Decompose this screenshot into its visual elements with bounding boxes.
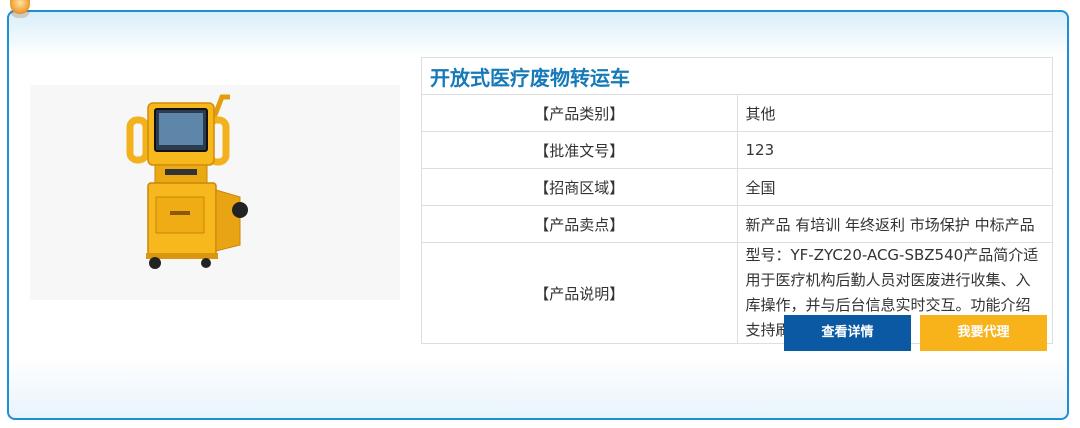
info-label: 【产品类别】 [421, 94, 738, 132]
view-details-button[interactable]: 查看详情 [784, 315, 911, 351]
info-label: 【产品说明】 [421, 242, 738, 344]
cart-wheel-rear [201, 258, 211, 268]
info-label: 【产品卖点】 [421, 205, 738, 243]
cart-door-handle [170, 211, 190, 215]
product-title[interactable]: 开放式医疗废物转运车 [421, 57, 1053, 95]
info-row-selling-points: 【产品卖点】 新产品 有培训 年终返利 市场保护 中标产品 [421, 205, 1053, 243]
cart-screen-display [159, 113, 203, 145]
info-row-category: 【产品类别】 其他 [421, 94, 1053, 132]
product-image[interactable] [30, 85, 400, 300]
product-info-table: 开放式医疗废物转运车 【产品类别】 其他 【批准文号】 123 【招商区域】 全… [421, 57, 1053, 344]
become-agent-button[interactable]: 我要代理 [920, 315, 1047, 351]
cart-wheel-front [149, 257, 161, 269]
info-value: 123 [736, 131, 1053, 169]
info-label: 【批准文号】 [421, 131, 738, 169]
waste-cart-illustration [126, 94, 248, 269]
cart-left-handle [126, 116, 150, 164]
info-value: 全国 [736, 168, 1053, 206]
cart-wheel-side [232, 202, 248, 218]
info-value: 其他 [736, 94, 1053, 132]
info-row-approval-number: 【批准文号】 123 [421, 131, 1053, 169]
cart-card-reader [165, 169, 197, 175]
info-label: 【招商区域】 [421, 168, 738, 206]
info-row-region: 【招商区域】 全国 [421, 168, 1053, 206]
cart-side-platform [215, 189, 241, 252]
info-value: 新产品 有培训 年终返利 市场保护 中标产品 [736, 205, 1053, 243]
